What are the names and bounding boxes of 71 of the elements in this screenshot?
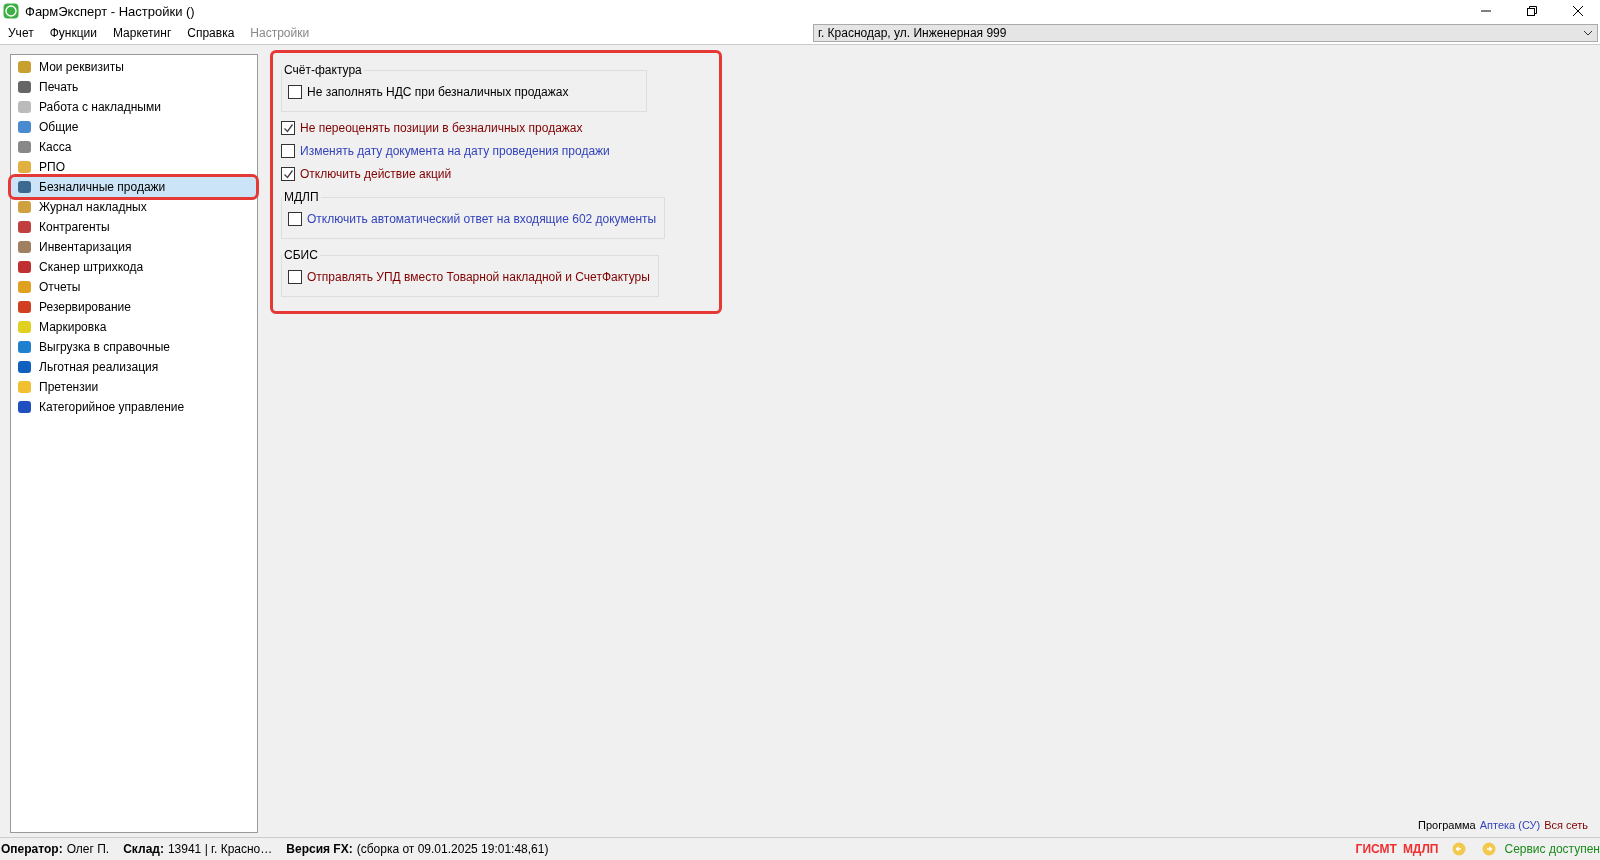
item-icon bbox=[17, 379, 33, 395]
checkmark-icon bbox=[282, 168, 294, 180]
sidebar-item[interactable]: Резервирование bbox=[11, 297, 256, 317]
item-icon bbox=[17, 99, 33, 115]
checkmark-icon bbox=[282, 122, 294, 134]
program-label: Программа bbox=[1418, 819, 1476, 831]
sidebar-item[interactable]: Сканер штрихкода bbox=[11, 257, 256, 277]
group-title: МДЛП bbox=[283, 190, 320, 204]
status-value: 13941 | г. Красно… bbox=[167, 842, 273, 856]
arrow-right-circle-icon bbox=[1482, 842, 1497, 856]
item-icon bbox=[17, 219, 33, 235]
option-checkbox[interactable]: Отключить автоматический ответ на входящие 602 документы bbox=[288, 212, 657, 226]
restore-icon[interactable] bbox=[1526, 5, 1538, 17]
sidebar-item[interactable]: Претензии bbox=[11, 377, 256, 397]
item-icon bbox=[17, 159, 33, 175]
sidebar-item[interactable]: Общие bbox=[11, 117, 256, 137]
item-icon bbox=[17, 199, 33, 215]
sidebar-item[interactable]: Работа с накладными bbox=[11, 97, 256, 117]
item-icon bbox=[17, 279, 33, 295]
sidebar-item[interactable]: Журнал накладных bbox=[11, 197, 256, 217]
item-icon bbox=[17, 79, 33, 95]
item-icon bbox=[17, 239, 33, 255]
window-title: ФармЭксперт - Настройки () bbox=[25, 3, 195, 19]
sidebar-item[interactable]: Мои реквизиты bbox=[11, 57, 256, 77]
sidebar-item[interactable]: Выгрузка в справочные bbox=[11, 337, 256, 357]
item-icon bbox=[17, 299, 33, 315]
menu-item[interactable]: Функции bbox=[49, 26, 105, 40]
status-value: Олег П. bbox=[66, 842, 110, 856]
option-checkbox[interactable]: Отправлять УПД вместо Товарной накладной и СчетФактуры bbox=[288, 270, 650, 284]
sidebar-item[interactable]: Безналичные продажи bbox=[11, 177, 256, 197]
option-checkbox[interactable]: Не переоценять позиции в безналичных продажах bbox=[281, 121, 711, 135]
service-label: МДЛП bbox=[1402, 842, 1439, 856]
sidebar-item[interactable]: Контрагенты bbox=[11, 217, 256, 237]
option-checkbox[interactable]: Отключить действие акций bbox=[281, 167, 711, 181]
chevron-down-icon bbox=[1583, 30, 1593, 36]
option-checkbox[interactable]: Не заполнять НДС при безналичных продажах bbox=[288, 85, 638, 99]
group-title: Счёт-фактура bbox=[283, 63, 363, 77]
sidebar-item[interactable]: Категорийное управление bbox=[11, 397, 256, 417]
item-icon bbox=[17, 59, 33, 75]
sidebar-item[interactable]: Инвентаризация bbox=[11, 237, 256, 257]
menu-item[interactable]: Маркетинг bbox=[112, 26, 180, 40]
group-title: СБИС bbox=[283, 248, 319, 262]
sidebar-item[interactable]: РПО bbox=[11, 157, 256, 177]
app-logo-icon bbox=[3, 3, 19, 19]
menu-item[interactable]: Справка bbox=[187, 26, 243, 40]
close-icon[interactable] bbox=[1572, 5, 1584, 17]
program-product: Аптека (СУ) bbox=[1479, 819, 1541, 831]
arrow-left-circle-icon bbox=[1452, 842, 1467, 856]
item-icon bbox=[17, 259, 33, 275]
item-icon bbox=[17, 399, 33, 415]
program-scope: Вся сеть bbox=[1544, 819, 1588, 831]
status-label: Версия FX: bbox=[286, 842, 353, 856]
item-icon bbox=[17, 319, 33, 335]
service-label: ГИСМТ bbox=[1355, 842, 1397, 856]
sidebar-item[interactable]: Касса bbox=[11, 137, 256, 157]
item-icon bbox=[17, 179, 33, 195]
sidebar-item[interactable]: Льготная реализация bbox=[11, 357, 256, 377]
status-label: Оператор: bbox=[1, 842, 63, 856]
status-value: (сборка от 09.01.2025 19:01:48,61) bbox=[356, 842, 549, 856]
item-icon bbox=[17, 139, 33, 155]
sidebar-item[interactable]: Отчеты bbox=[11, 277, 256, 297]
service-status: Сервис доступен bbox=[1504, 842, 1600, 856]
menu-item[interactable]: Учет bbox=[8, 26, 42, 40]
sidebar-item[interactable]: Маркировка bbox=[11, 317, 256, 337]
item-icon bbox=[17, 359, 33, 375]
option-checkbox[interactable]: Изменять дату документа на дату проведения продажи bbox=[281, 144, 711, 158]
store-select[interactable]: г. Краснодар, ул. Инженерная 999 bbox=[813, 24, 1598, 42]
sidebar-item[interactable]: Печать bbox=[11, 77, 256, 97]
status-label: Склад: bbox=[123, 842, 164, 856]
item-icon bbox=[17, 119, 33, 135]
item-icon bbox=[17, 339, 33, 355]
